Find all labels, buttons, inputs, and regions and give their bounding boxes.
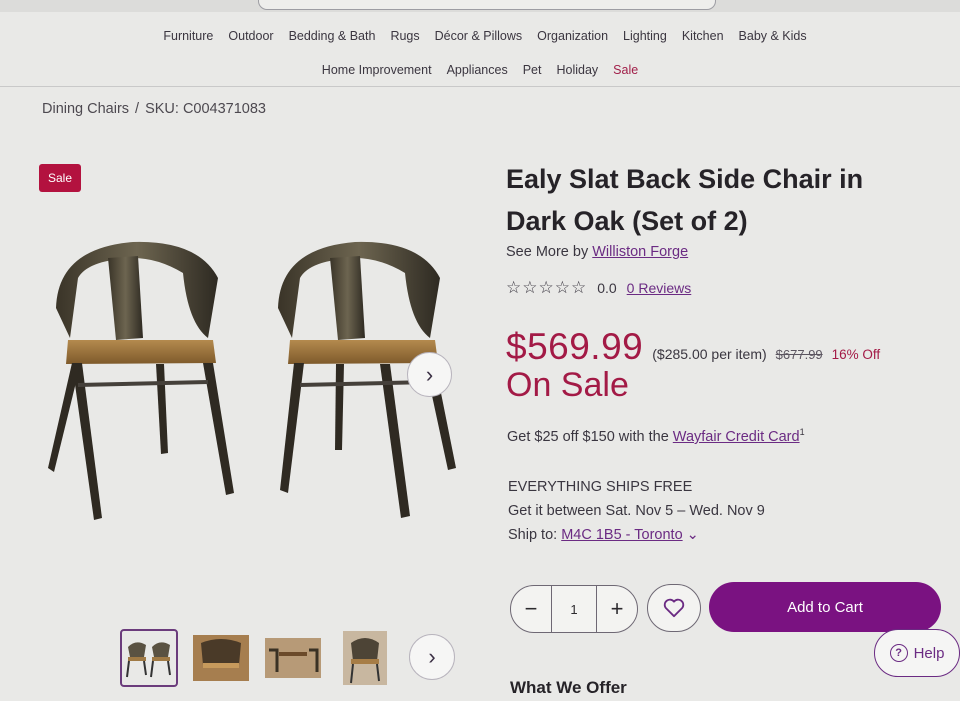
price-row: $569.99 ($285.00 per item) $677.99 16% O… [506,326,880,368]
nav-item-kitchen[interactable]: Kitchen [682,29,724,43]
shipping-info: EVERYTHING SHIPS FREE Get it between Sat… [508,475,765,547]
chevron-right-icon: › [425,361,434,387]
chevron-down-icon[interactable]: ⌄ [687,527,699,543]
quantity-decrease-button[interactable]: − [511,586,551,632]
see-more-brand: See More by Williston Forge [506,244,688,260]
nav-item-rugs[interactable]: Rugs [390,29,419,43]
browser-top-edge [0,0,960,12]
credit-card-link[interactable]: Wayfair Credit Card [673,429,800,445]
chair-pair-thumb [126,642,171,678]
delivery-window: Get it between Sat. Nov 5 – Wed. Nov 9 [508,503,765,519]
thumbnail-dining-set[interactable] [264,629,322,687]
percent-off: 16% Off [831,347,881,362]
see-more-label: See More by [506,244,589,260]
ship-to-row: Ship to: M4C 1B5 - Toronto ⌄ [508,523,765,547]
nav-item-organization[interactable]: Organization [537,29,608,43]
breadcrumb-separator: / [135,101,140,117]
add-to-cart-button[interactable]: Add to Cart [709,582,941,632]
credit-footnote: 1 [799,427,805,437]
dining-set-thumb [265,638,321,678]
nav-item-pet[interactable]: Pet [523,63,542,77]
brand-link[interactable]: Williston Forge [592,244,688,260]
product-title: Ealy Slat Back Side Chair in Dark Oak (S… [506,164,864,236]
nav-item-sale[interactable]: Sale [613,63,638,77]
nav-item-home-improvement[interactable]: Home Improvement [322,63,432,77]
thumbnails-next-button[interactable]: › [409,634,455,680]
rating-row: ☆☆☆☆☆ 0.0 0 Reviews [506,278,691,298]
quantity-increase-button[interactable]: + [597,586,637,632]
thumbnail-strip [120,629,394,687]
search-bar[interactable] [258,0,716,10]
sale-price: $569.99 [506,326,644,367]
wishlist-button[interactable] [647,584,701,632]
rating-value: 0.0 [597,280,617,296]
quantity-stepper: − 1 + [510,585,638,633]
ship-to-label: Ship to: [508,527,558,543]
question-icon: ? [889,644,908,662]
chair-side-thumb [193,635,249,681]
thumbnail-chair-pair[interactable] [120,629,178,687]
star-rating-icon: ☆☆☆☆☆ [506,278,588,297]
sale-badge: Sale [39,164,81,192]
on-sale-label: On Sale [506,366,629,404]
nav-item-furniture[interactable]: Furniture [163,29,213,43]
reviews-link[interactable]: 0 Reviews [627,280,692,296]
secondary-nav: Home Improvement Appliances Pet Holiday … [0,63,960,77]
nav-item-bedding-bath[interactable]: Bedding & Bath [289,29,376,43]
chevron-right-icon: › [428,644,436,669]
thumbnail-chair-single[interactable] [336,629,394,687]
breadcrumb-category[interactable]: Dining Chairs [42,101,129,117]
credit-offer-text: Get $25 off $150 with the [507,428,669,445]
section-heading: What We Offer [510,678,627,697]
help-button[interactable]: ? Help [874,629,960,677]
product-main-image[interactable] [38,228,470,528]
breadcrumb-sku: SKU: C004371083 [145,101,266,117]
image-next-button[interactable]: › [407,352,452,397]
nav-item-decor-pillows[interactable]: Décor & Pillows [435,29,523,43]
nav-item-appliances[interactable]: Appliances [447,63,508,77]
ship-to-location-link[interactable]: M4C 1B5 - Toronto [561,527,682,543]
chair-single-thumb [343,631,387,685]
thumbnail-chair-side[interactable] [192,629,250,687]
quantity-value[interactable]: 1 [551,586,597,632]
credit-offer: Get $25 off $150 with the Wayfair Credit… [507,427,805,445]
per-item-price: ($285.00 per item) [652,346,767,362]
help-label: Help [913,644,945,662]
shipping-headline: EVERYTHING SHIPS FREE [508,479,693,495]
heart-icon [663,598,685,618]
original-price: $677.99 [775,347,823,362]
nav-item-lighting[interactable]: Lighting [623,29,667,43]
nav-item-holiday[interactable]: Holiday [556,63,598,77]
nav-divider [0,86,960,87]
primary-nav: Furniture Outdoor Bedding & Bath Rugs Dé… [0,29,960,43]
chair-pair-image [48,241,456,520]
nav-item-baby-kids[interactable]: Baby & Kids [739,29,807,43]
breadcrumb: Dining Chairs / SKU: C004371083 [42,101,266,117]
nav-item-outdoor[interactable]: Outdoor [228,29,273,43]
